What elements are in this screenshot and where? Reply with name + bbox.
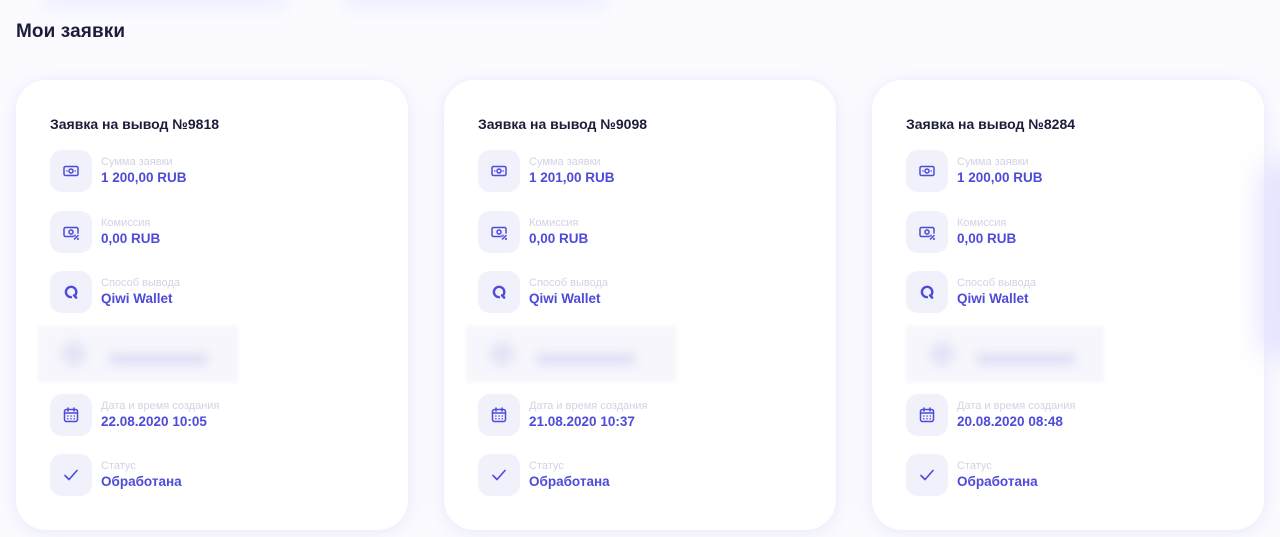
method-value: Qiwi Wallet — [101, 291, 173, 306]
created-value: 21.08.2020 10:37 — [529, 413, 635, 429]
blurred-top-element — [40, 0, 290, 12]
amount-row: Сумма заявки 1 200,00 RUB — [50, 150, 408, 192]
amount-row: Сумма заявки 1 201,00 RUB — [478, 150, 836, 192]
amount-label: Сумма заявки — [101, 156, 173, 168]
request-card: Заявка на вывод №8284 Сумма заявки 1 200… — [872, 80, 1264, 530]
request-card: Заявка на вывод №9098 Сумма заявки 1 201… — [444, 80, 836, 530]
calendar-icon — [478, 393, 520, 436]
request-title: Заявка на вывод №9818 — [50, 116, 220, 132]
method-row: Способ вывода Qiwi Wallet — [478, 271, 836, 313]
method-label: Способ вывода — [957, 277, 1036, 289]
calendar-icon — [906, 393, 948, 436]
qiwi-icon — [478, 271, 520, 313]
method-row: Способ вывода Qiwi Wallet — [50, 271, 408, 313]
blurred-top-element — [340, 0, 610, 12]
created-row: Дата и время создания 20.08.2020 08:48 — [906, 393, 1264, 436]
calendar-icon — [50, 393, 92, 436]
created-value: 20.08.2020 08:48 — [957, 413, 1063, 429]
checkmark-icon — [50, 454, 92, 496]
amount-row: Сумма заявки 1 200,00 RUB — [906, 150, 1264, 192]
status-row: Статус Обработана — [50, 454, 408, 496]
created-label: Дата и время создания — [101, 399, 220, 412]
checkmark-icon — [906, 454, 948, 496]
status-label: Статус — [529, 460, 564, 472]
request-title: Заявка на вывод №8284 — [906, 116, 1076, 132]
status-label: Статус — [957, 460, 992, 472]
status-value: Обработана — [957, 474, 1038, 489]
blurred-row — [38, 325, 238, 382]
status-value: Обработана — [529, 474, 610, 489]
amount-value: 1 201,00 RUB — [529, 170, 615, 185]
amount-value: 1 200,00 RUB — [957, 170, 1043, 185]
banknote-percent-icon — [478, 210, 520, 253]
method-row: Способ вывода Qiwi Wallet — [906, 271, 1264, 313]
commission-label: Комиссия — [101, 216, 151, 229]
commission-label: Комиссия — [529, 216, 579, 229]
request-card: Заявка на вывод №9818 Сумма заявки 1 200… — [16, 80, 408, 530]
amount-value: 1 200,00 RUB — [101, 170, 187, 185]
qiwi-icon — [906, 271, 948, 313]
status-label: Статус — [101, 460, 136, 472]
created-label: Дата и время создания — [957, 399, 1076, 412]
commission-value: 0,00 RUB — [529, 230, 589, 246]
partial-next-card — [1260, 160, 1280, 360]
commission-value: 0,00 RUB — [957, 230, 1017, 246]
amount-label: Сумма заявки — [957, 156, 1029, 168]
banknote-percent-icon — [50, 210, 92, 253]
status-row: Статус Обработана — [478, 454, 836, 496]
blurred-row — [906, 325, 1104, 382]
banknote-icon — [478, 150, 520, 192]
created-row: Дата и время создания 21.08.2020 10:37 — [478, 393, 836, 436]
created-label: Дата и время создания — [529, 399, 648, 412]
created-value: 22.08.2020 10:05 — [101, 413, 207, 429]
method-value: Qiwi Wallet — [529, 291, 601, 306]
commission-row: Комиссия 0,00 RUB — [906, 210, 1264, 253]
status-row: Статус Обработана — [906, 454, 1264, 496]
banknote-icon — [906, 150, 948, 192]
created-row: Дата и время создания 22.08.2020 10:05 — [50, 393, 408, 436]
qiwi-icon — [50, 271, 92, 313]
page: Мои заявки Заявка на вывод №9818 Сумма з… — [0, 0, 1280, 537]
method-value: Qiwi Wallet — [957, 291, 1029, 306]
request-title: Заявка на вывод №9098 — [478, 116, 648, 132]
blurred-row — [466, 325, 676, 382]
method-label: Способ вывода — [529, 277, 608, 289]
checkmark-icon — [478, 454, 520, 496]
commission-label: Комиссия — [957, 216, 1007, 229]
banknote-percent-icon — [906, 210, 948, 253]
amount-label: Сумма заявки — [529, 156, 601, 168]
method-label: Способ вывода — [101, 277, 180, 289]
banknote-icon — [50, 150, 92, 192]
section-title: Мои заявки — [16, 21, 126, 42]
commission-row: Комиссия 0,00 RUB — [50, 210, 408, 253]
commission-value: 0,00 RUB — [101, 230, 161, 246]
status-value: Обработана — [101, 474, 182, 489]
commission-row: Комиссия 0,00 RUB — [478, 210, 836, 253]
